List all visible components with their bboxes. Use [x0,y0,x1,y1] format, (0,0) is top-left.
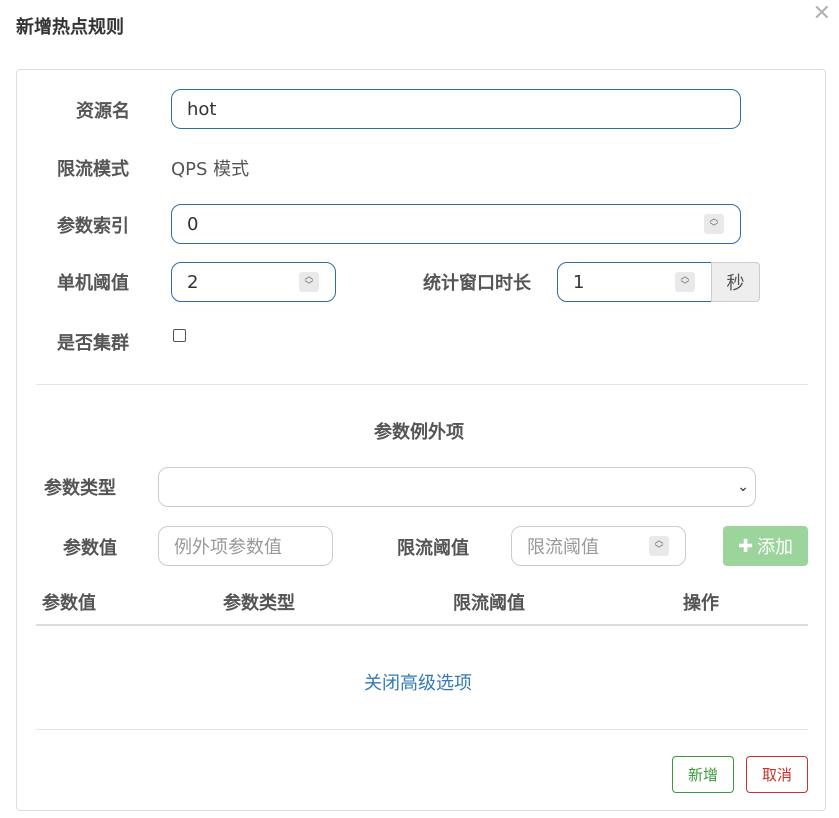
window-duration-input[interactable]: 1 ︿ ﹀ [557,262,712,302]
limit-mode-label: 限流模式 [57,159,129,180]
threshold-label: 单机阈值 [57,273,129,294]
window-duration-value: 1 [573,271,585,293]
limit-threshold-placeholder: 限流阈值 [527,537,599,558]
table-header-divider [36,624,808,626]
cluster-label: 是否集群 [57,333,129,354]
chevron-down-icon: ⌄ [737,479,749,495]
add-exception-label: 添加 [757,537,794,558]
toggle-advanced-link[interactable]: 关闭高级选项 [364,672,472,696]
exceptions-section-title: 参数例外项 [374,422,464,443]
cancel-button[interactable]: 取消 [746,756,808,793]
limit-threshold-input[interactable]: 限流阈值 ︿ ﹀ [511,526,686,566]
threshold-input[interactable]: 2 ︿ ﹀ [171,262,336,302]
threshold-stepper[interactable]: ︿ ﹀ [299,272,319,292]
param-value-input[interactable]: 例外项参数值 [158,526,333,566]
hot-rule-dialog: 新增热点规则 ✕ 资源名 hot 限流模式 QPS 模式 参数索引 0 ︿ ﹀ 单… [0,0,839,818]
table-header-limit-threshold: 限流阈值 [453,593,525,614]
cluster-checkbox[interactable] [173,329,186,342]
divider [36,384,808,385]
resource-name-input[interactable]: hot [171,89,741,129]
param-index-value: 0 [187,213,199,235]
limit-threshold-stepper[interactable]: ︿ ﹀ [649,536,669,556]
limit-threshold-label: 限流阈值 [397,538,469,559]
window-duration-label: 统计窗口时长 [423,273,531,294]
table-header-actions: 操作 [683,593,719,614]
threshold-value: 2 [187,271,199,293]
dialog-title: 新增热点规则 [16,17,124,38]
close-icon[interactable]: ✕ [813,2,831,26]
plus-icon: ✚ [737,535,754,557]
param-type-select[interactable]: ⌄ [158,467,756,507]
resource-name-value: hot [187,98,217,120]
add-exception-button[interactable]: ✚ 添加 [723,526,808,566]
param-index-label: 参数索引 [57,216,129,237]
submit-button[interactable]: 新增 [672,756,734,793]
window-duration-stepper[interactable]: ︿ ﹀ [675,272,695,292]
param-type-label: 参数类型 [44,478,116,499]
param-value-label: 参数值 [63,538,117,559]
resource-name-label: 资源名 [76,101,130,122]
window-unit-addon: 秒 [711,262,760,302]
param-index-input[interactable]: 0 ︿ ﹀ [171,204,741,244]
footer-divider [36,729,808,730]
param-value-placeholder: 例外项参数值 [174,537,282,558]
form-panel: 资源名 hot 限流模式 QPS 模式 参数索引 0 ︿ ﹀ 单机阈值 2 ︿ ﹀ … [16,69,826,811]
table-header-param-value: 参数值 [42,593,96,614]
param-index-stepper[interactable]: ︿ ﹀ [704,214,724,234]
table-header-param-type: 参数类型 [223,593,295,614]
limit-mode-value: QPS 模式 [171,159,250,180]
